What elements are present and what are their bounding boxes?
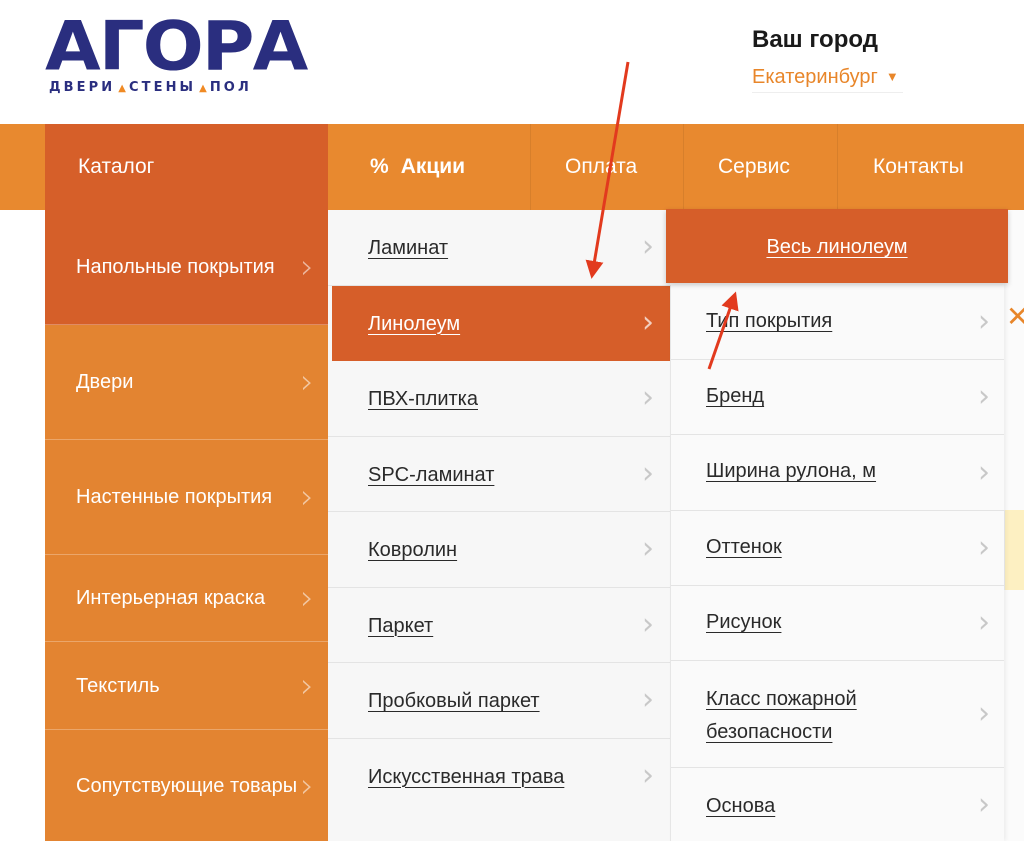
chevron-right-icon: ›	[300, 247, 314, 287]
menu-item-label: Напольные покрытия	[76, 256, 275, 278]
submenu-item-spc-laminate[interactable]: SPC-ламинат ›	[328, 437, 670, 512]
filter-item-label: Тип покрытия	[706, 310, 833, 332]
chevron-right-icon: ›	[978, 304, 990, 339]
chevron-right-icon: ›	[642, 682, 654, 717]
submenu-item-label: Линолеум	[368, 312, 461, 335]
logo-tagline: ДВЕРИ ▲ СТЕНЫ ▲ ПОЛ	[49, 80, 252, 95]
chevron-right-icon: ›	[300, 765, 314, 806]
menu-item-floor-coverings[interactable]: Напольные покрытия ›	[45, 210, 328, 325]
menu-item-label: Настенные покрытия	[76, 486, 273, 508]
nav-payment[interactable]: Оплата	[565, 124, 637, 210]
submenu-item-label: Ковролин	[368, 539, 458, 561]
menu-item-label: Двери	[76, 371, 134, 393]
menu-level1: Напольные покрытия › Двери › Настенные п…	[45, 210, 328, 841]
filter-item-label: Рисунок	[706, 611, 782, 633]
submenu-item-laminate[interactable]: Ламинат ›	[328, 210, 670, 286]
menu-item-label: Интерьерная краска	[76, 587, 266, 609]
logo[interactable]: АГОРА ДВЕРИ ▲ СТЕНЫ ▲ ПОЛ	[45, 12, 375, 100]
filter-item-roll-width[interactable]: Ширина рулона, м ›	[671, 435, 1004, 511]
nav-promo[interactable]: % Акции	[370, 124, 465, 210]
caret-down-icon: ▼	[885, 69, 899, 84]
chevron-right-icon: ›	[978, 379, 990, 414]
chevron-right-icon: ›	[300, 477, 314, 517]
menu-item-label: Текстиль	[76, 674, 160, 697]
submenu-item-label: Пробковый паркет	[368, 690, 540, 712]
chevron-right-icon: ›	[642, 455, 654, 491]
city-select[interactable]: Екатеринбург ▼	[752, 66, 903, 93]
filter-item-label: Класс пожарной безопасности	[706, 688, 857, 743]
submenu-item-cork-parquet[interactable]: Пробковый паркет ›	[328, 663, 670, 739]
menu-level3: Тип покрытия › Бренд › Ширина рулона, м › О…	[670, 285, 1004, 841]
submenu-item-label: Паркет	[368, 614, 434, 637]
all-linoleum-button[interactable]: Весь линолеум	[666, 209, 1008, 283]
chevron-right-icon: ›	[300, 578, 314, 618]
nav-catalog[interactable]: Каталог	[45, 124, 328, 210]
chevron-right-icon: ›	[978, 530, 990, 565]
percent-icon: %	[370, 155, 389, 178]
chevron-right-icon: ›	[300, 665, 314, 706]
filter-item-coating-type[interactable]: Тип покрытия ›	[671, 285, 1004, 360]
background-content: ✕	[1004, 210, 1024, 841]
chevron-right-icon: ›	[642, 606, 654, 642]
all-linoleum-label: Весь линолеум	[766, 236, 908, 258]
nav-service[interactable]: Сервис	[718, 124, 790, 210]
triangle-icon: ▲	[199, 83, 207, 94]
submenu-item-label: ПВХ-плитка	[368, 388, 478, 410]
submenu-item-label: SPC-ламинат	[368, 463, 495, 486]
submenu-item-label: Ламинат	[368, 237, 449, 259]
nav-contacts[interactable]: Контакты	[873, 124, 964, 210]
background-banner	[1004, 510, 1024, 590]
background-fragment: ✕	[1006, 301, 1024, 332]
main-nav: Каталог % Акции Оплата Сервис Контакты	[0, 124, 1024, 210]
chevron-right-icon: ›	[978, 454, 990, 490]
submenu-item-parquet[interactable]: Паркет ›	[328, 588, 670, 663]
submenu-item-label: Искусственная трава	[368, 765, 565, 788]
filter-item-base[interactable]: Основа ›	[671, 768, 1004, 841]
triangle-icon: ▲	[118, 83, 126, 94]
chevron-right-icon: ›	[978, 696, 990, 731]
menu-item-textile[interactable]: Текстиль ›	[45, 642, 328, 730]
menu-item-label: Сопутствующие товары	[76, 774, 298, 797]
tagline-doors: ДВЕРИ	[49, 80, 116, 95]
nav-promo-label: Акции	[400, 155, 466, 178]
nav-divider	[683, 124, 684, 210]
nav-divider	[530, 124, 531, 210]
submenu-item-linoleum[interactable]: Линолеум ›	[332, 285, 670, 361]
chevron-right-icon: ›	[642, 229, 654, 264]
filter-item-label: Основа	[706, 795, 776, 817]
submenu-item-pvc-tile[interactable]: ПВХ-плитка ›	[328, 361, 670, 437]
logo-wordmark: АГОРА	[45, 6, 308, 86]
city-title: Ваш город	[752, 26, 878, 53]
nav-divider	[837, 124, 838, 210]
tagline-walls: СТЕНЫ	[128, 80, 197, 95]
chevron-right-icon: ›	[642, 304, 654, 340]
menu-item-wall-coverings[interactable]: Настенные покрытия ›	[45, 440, 328, 555]
chevron-right-icon: ›	[642, 757, 654, 793]
filter-item-label: Оттенок	[706, 536, 782, 558]
submenu-item-artificial-grass[interactable]: Искусственная трава ›	[328, 739, 670, 841]
menu-item-related-goods[interactable]: Сопутствующие товары ›	[45, 730, 328, 841]
filter-item-label: Бренд	[706, 385, 765, 407]
chevron-right-icon: ›	[300, 362, 314, 402]
filter-item-label: Ширина рулона, м	[706, 460, 877, 482]
filter-item-shade[interactable]: Оттенок ›	[671, 511, 1004, 586]
submenu-item-carpet[interactable]: Ковролин ›	[328, 512, 670, 588]
chevron-right-icon: ›	[978, 605, 990, 640]
chevron-right-icon: ›	[978, 786, 990, 822]
menu-item-doors[interactable]: Двери ›	[45, 325, 328, 440]
filter-item-pattern[interactable]: Рисунок ›	[671, 586, 1004, 661]
filter-item-fire-safety-class[interactable]: Класс пожарной безопасности ›	[671, 661, 1004, 768]
menu-item-interior-paint[interactable]: Интерьерная краска ›	[45, 555, 328, 642]
chevron-right-icon: ›	[642, 380, 654, 415]
tagline-floor: ПОЛ	[209, 80, 252, 95]
city-selected-value: Екатеринбург	[752, 66, 878, 88]
chevron-right-icon: ›	[642, 531, 654, 566]
menu-level2: Ламинат › Линолеум › ПВХ-плитка › SPC-ламин…	[328, 210, 670, 841]
filter-item-brand[interactable]: Бренд ›	[671, 360, 1004, 435]
